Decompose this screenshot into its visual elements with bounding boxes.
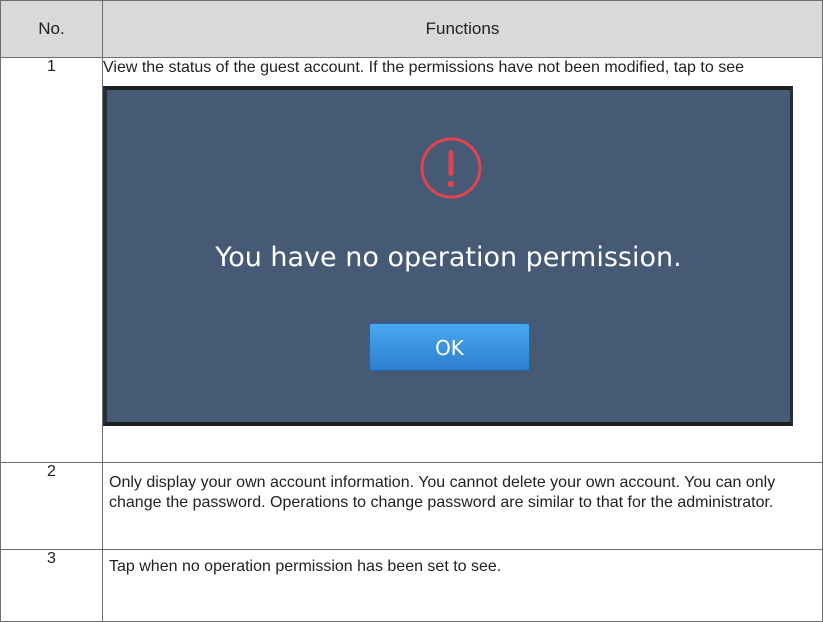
table-row: 3 Tap when no operation permission has b… — [0, 549, 823, 622]
row-description: View the status of the guest account. If… — [103, 59, 744, 76]
row-number: 3 — [0, 549, 103, 622]
table-row: 2 Only display your own account informat… — [0, 462, 823, 550]
row-description: Only display your own account informatio… — [102, 462, 823, 550]
header-functions: Functions — [102, 0, 823, 58]
table-row: 1 View the status of the guest account. … — [0, 57, 823, 463]
row-number: 1 — [0, 57, 103, 463]
functions-table: No. Functions 1 View the status of the g… — [0, 0, 823, 622]
row-description: Tap when no operation permission has bee… — [102, 549, 823, 622]
dialog-message: You have no operation permission. — [215, 242, 682, 273]
exclamation-circle-icon — [420, 137, 482, 199]
table-header-row: No. Functions — [0, 0, 823, 58]
header-no: No. — [0, 0, 103, 58]
permission-dialog: You have no operation permission. OK — [103, 86, 793, 426]
row-number: 2 — [0, 462, 103, 550]
ok-button[interactable]: OK — [369, 323, 530, 371]
row-function: View the status of the guest account. If… — [102, 57, 823, 463]
